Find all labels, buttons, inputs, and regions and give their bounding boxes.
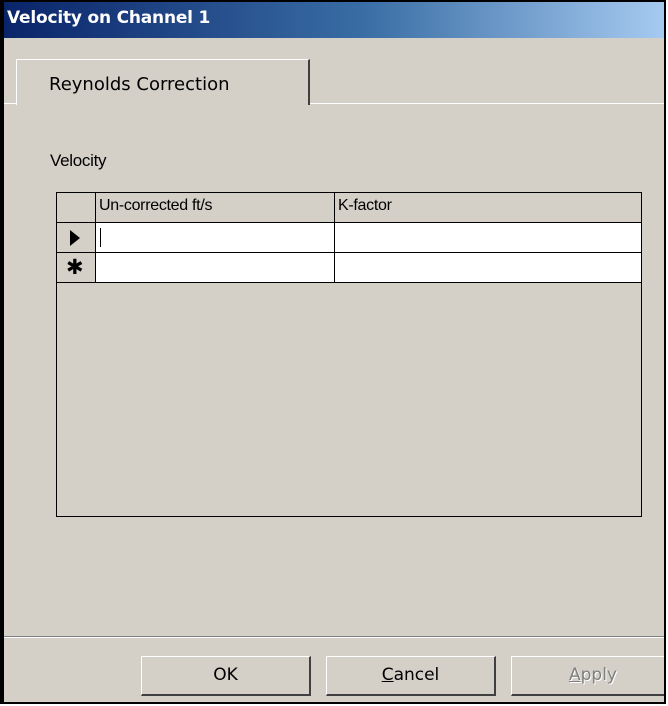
grid-header: Un-corrected ft/s K-factor <box>57 193 641 223</box>
row-selector[interactable] <box>57 223 96 252</box>
velocity-grid[interactable]: Un-corrected ft/s K-factor ✱ <box>56 192 642 517</box>
footer-divider-highlight <box>4 637 664 638</box>
row-header-corner <box>57 193 96 222</box>
column-header-k-factor[interactable]: K-factor <box>335 193 640 222</box>
new-row-star-icon: ✱ <box>66 255 84 279</box>
cancel-access-key: C <box>381 665 394 685</box>
window-title: Velocity on Channel 1 <box>7 8 211 28</box>
text-caret <box>100 228 101 247</box>
apply-access-key: A <box>568 665 581 685</box>
ok-button-label: OK <box>213 665 238 685</box>
uncorrected-cell[interactable] <box>96 223 335 252</box>
velocity-label: Velocity <box>50 151 107 170</box>
column-header-uncorrected[interactable]: Un-corrected ft/s <box>96 193 335 222</box>
table-row[interactable] <box>57 223 641 253</box>
dialog-window: Velocity on Channel 1 Reynolds Correctio… <box>0 0 666 704</box>
tab-label: Reynolds Correction <box>49 74 230 95</box>
k-factor-cell[interactable] <box>335 253 641 282</box>
tab-reynolds-correction[interactable]: Reynolds Correction <box>16 59 310 105</box>
cancel-button[interactable]: Cancel <box>326 656 496 696</box>
k-factor-cell[interactable] <box>335 223 641 252</box>
title-bar[interactable]: Velocity on Channel 1 <box>4 2 664 38</box>
cancel-button-label: ancel <box>393 665 440 685</box>
ok-button[interactable]: OK <box>141 656 311 696</box>
new-row[interactable]: ✱ <box>57 253 641 283</box>
apply-button-label: pply <box>580 665 617 685</box>
row-selector[interactable]: ✱ <box>57 253 96 282</box>
current-row-arrow-icon <box>70 230 80 246</box>
uncorrected-cell[interactable] <box>96 253 335 282</box>
apply-button[interactable]: Apply <box>511 656 664 696</box>
